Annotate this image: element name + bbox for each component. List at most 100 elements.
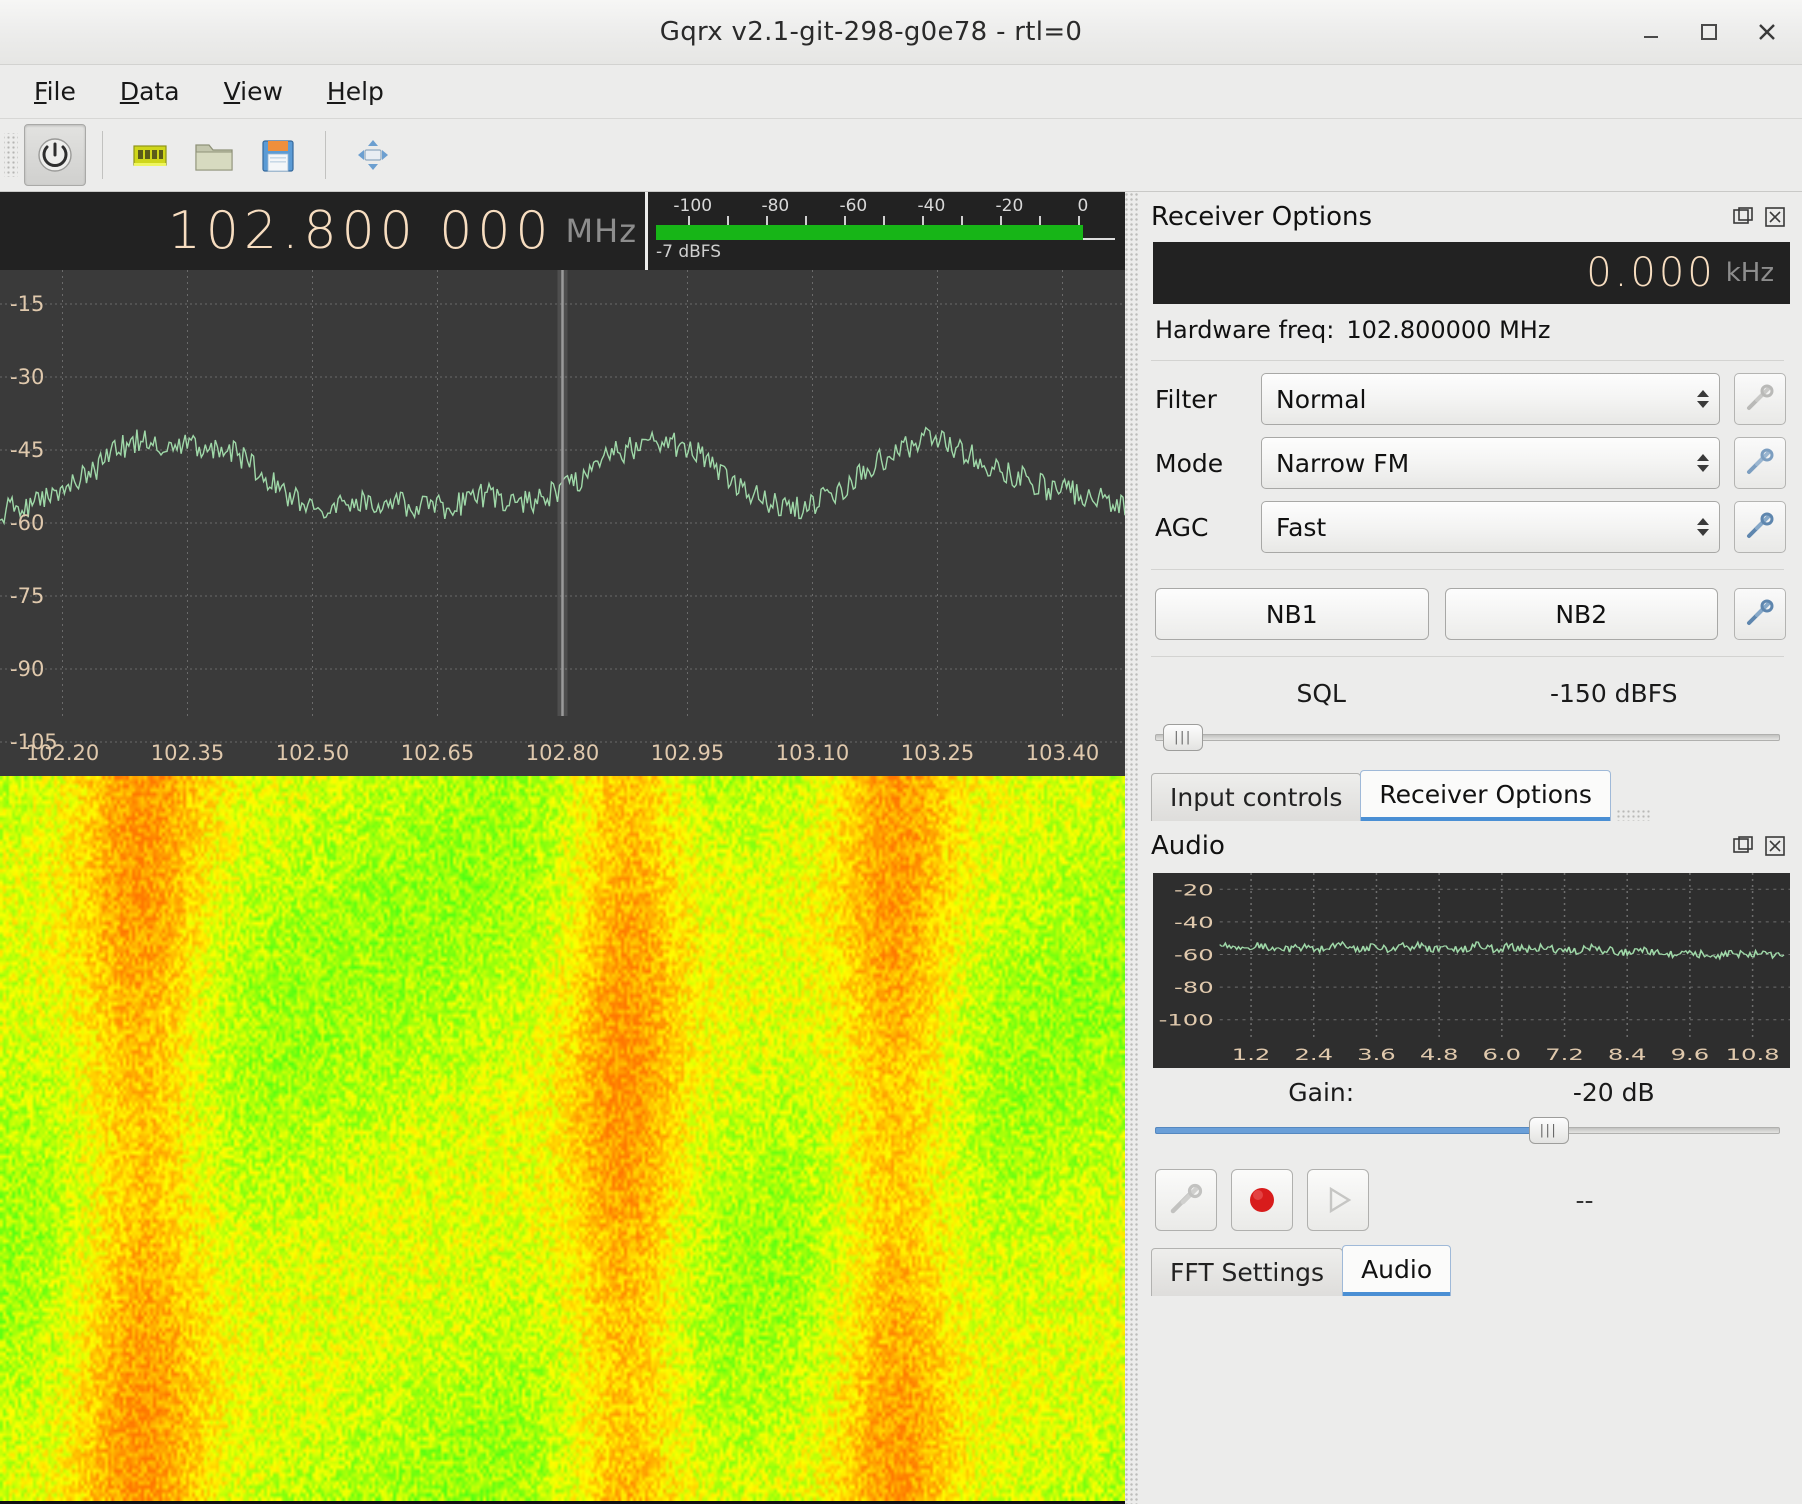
move-button[interactable] [342, 124, 404, 186]
svg-text:-60: -60 [1174, 946, 1214, 965]
menu-help[interactable]: Help [311, 73, 400, 110]
move-arrows-icon [351, 133, 395, 177]
panel-close-icon[interactable] [1764, 835, 1786, 857]
chevron-updown-icon [1697, 454, 1709, 472]
open-button[interactable] [183, 124, 245, 186]
svg-text:2.4: 2.4 [1294, 1045, 1333, 1064]
frequency-digits[interactable]: 102.800 000 [168, 201, 554, 261]
maximize-button[interactable] [1680, 7, 1738, 57]
meter-tick-label-5: 0 [1077, 196, 1088, 216]
svg-text:-90: -90 [10, 657, 44, 681]
undock-icon[interactable] [1732, 835, 1754, 857]
svg-text:10.8: 10.8 [1726, 1045, 1780, 1064]
svg-text:6.0: 6.0 [1483, 1045, 1522, 1064]
filter-value: Normal [1276, 385, 1366, 414]
squelch-slider-groove [1155, 734, 1780, 741]
meter-tick-label-4: -20 [996, 196, 1024, 216]
offset-digits[interactable]: 0.000 [1586, 250, 1716, 296]
power-button[interactable] [24, 124, 86, 186]
rf-spectrum-svg: -15-30-45-60-75-90-105102.20102.35102.50… [0, 270, 1125, 776]
audio-panel-title: Audio [1151, 831, 1732, 861]
bottom-tab-bar: FFT Settings Audio [1145, 1245, 1790, 1296]
svg-text:-30: -30 [10, 365, 44, 389]
svg-text:102.65: 102.65 [401, 741, 474, 765]
receiver-options-header-icons [1732, 206, 1786, 228]
floppy-save-icon [256, 133, 300, 177]
agc-select[interactable]: Fast [1261, 501, 1720, 553]
rf-spectrum-plot[interactable]: -15-30-45-60-75-90-105102.20102.35102.50… [0, 270, 1125, 776]
waterfall-canvas [0, 776, 1125, 1501]
squelch-slider-handle[interactable]: ||| [1163, 724, 1203, 751]
offset-frequency-display[interactable]: 0.000 kHz [1153, 242, 1790, 304]
main-area: 102.800 000 MHz -100 -80 -60 -40 -20 0 [0, 192, 1802, 1504]
panel-close-icon[interactable] [1764, 206, 1786, 228]
audio-settings-button[interactable] [1155, 1169, 1217, 1231]
svg-text:-80: -80 [1174, 978, 1214, 997]
noise-blanker-settings-button[interactable] [1734, 588, 1786, 640]
filter-row: Filter Normal [1145, 373, 1790, 437]
filter-settings-button[interactable] [1734, 373, 1786, 425]
mode-select[interactable]: Narrow FM [1261, 437, 1720, 489]
nb1-button[interactable]: NB1 [1155, 588, 1429, 640]
offset-unit: kHz [1726, 258, 1774, 288]
window-controls [1622, 7, 1802, 57]
tab-input-controls[interactable]: Input controls [1151, 773, 1361, 821]
memory-chip-icon [128, 133, 172, 177]
svg-text:-15: -15 [10, 292, 44, 316]
svg-text:102.50: 102.50 [276, 741, 349, 765]
svg-text:7.2: 7.2 [1545, 1045, 1584, 1064]
tab-fft-settings[interactable]: FFT Settings [1151, 1248, 1343, 1296]
menu-data-rest: ata [139, 77, 179, 106]
meter-tick-label-2: -60 [839, 196, 867, 216]
window-title: Gqrx v2.1-git-298-g0e78 - rtl=0 [0, 17, 1622, 47]
receiver-options-title: Receiver Options [1151, 202, 1732, 232]
wrench-screwdriver-icon [1743, 510, 1777, 544]
chevron-updown-icon [1697, 390, 1709, 408]
tab-receiver-options[interactable]: Receiver Options [1360, 770, 1611, 821]
record-circle-icon [1242, 1180, 1282, 1220]
audio-button-row: -- [1145, 1159, 1790, 1241]
gain-slider-handle[interactable]: ||| [1529, 1117, 1569, 1144]
hardware-freq-label: Hardware freq: [1155, 316, 1334, 344]
menu-view[interactable]: View [208, 73, 299, 110]
menu-data[interactable]: Data [104, 73, 196, 110]
meter-tick-label-3: -40 [918, 196, 946, 216]
wrench-screwdriver-icon [1166, 1180, 1206, 1220]
gqrx-window: Gqrx v2.1-git-298-g0e78 - rtl=0 File Dat… [0, 0, 1802, 1504]
squelch-slider[interactable]: ||| [1155, 722, 1780, 752]
menu-file[interactable]: File [18, 73, 92, 110]
meter-bar-fill [656, 225, 1083, 240]
agc-row: AGC Fast [1145, 501, 1790, 565]
close-button[interactable] [1738, 7, 1796, 57]
mode-settings-button[interactable] [1734, 437, 1786, 489]
right-dock-spacer [1145, 1296, 1790, 1504]
panel-splitter[interactable] [1125, 192, 1139, 1504]
minimize-button[interactable] [1622, 7, 1680, 57]
filter-select[interactable]: Normal [1261, 373, 1720, 425]
wrench-screwdriver-icon [1743, 597, 1777, 631]
svg-text:-40: -40 [1174, 913, 1214, 932]
audio-header-icons [1732, 835, 1786, 857]
audio-record-button[interactable] [1231, 1169, 1293, 1231]
device-config-button[interactable] [119, 124, 181, 186]
save-button[interactable] [247, 124, 309, 186]
play-triangle-icon [1318, 1180, 1358, 1220]
frequency-display[interactable]: 102.800 000 MHz [0, 192, 645, 270]
audio-gain-slider[interactable]: ||| [1155, 1115, 1780, 1145]
toolbar-drag-handle[interactable] [4, 133, 18, 177]
meter-scale: -100 -80 -60 -40 -20 0 [656, 196, 1115, 216]
toolbar-separator-2 [325, 131, 326, 179]
audio-play-button[interactable] [1307, 1169, 1369, 1231]
svg-text:103.25: 103.25 [901, 741, 974, 765]
divider-1 [1151, 360, 1784, 361]
gain-slider-fill [1155, 1127, 1543, 1134]
gain-value: -20 dB [1468, 1078, 1761, 1107]
signal-meter: -100 -80 -60 -40 -20 0 [645, 192, 1125, 270]
agc-settings-button[interactable] [1734, 501, 1786, 553]
tab-audio[interactable]: Audio [1342, 1245, 1451, 1296]
nb2-button[interactable]: NB2 [1445, 588, 1719, 640]
audio-spectrum-plot[interactable]: -20-40-60-80-1001.22.43.64.86.07.28.49.6… [1153, 873, 1790, 1068]
svg-text:1.2: 1.2 [1232, 1045, 1271, 1064]
undock-icon[interactable] [1732, 206, 1754, 228]
waterfall-display[interactable] [0, 776, 1125, 1504]
